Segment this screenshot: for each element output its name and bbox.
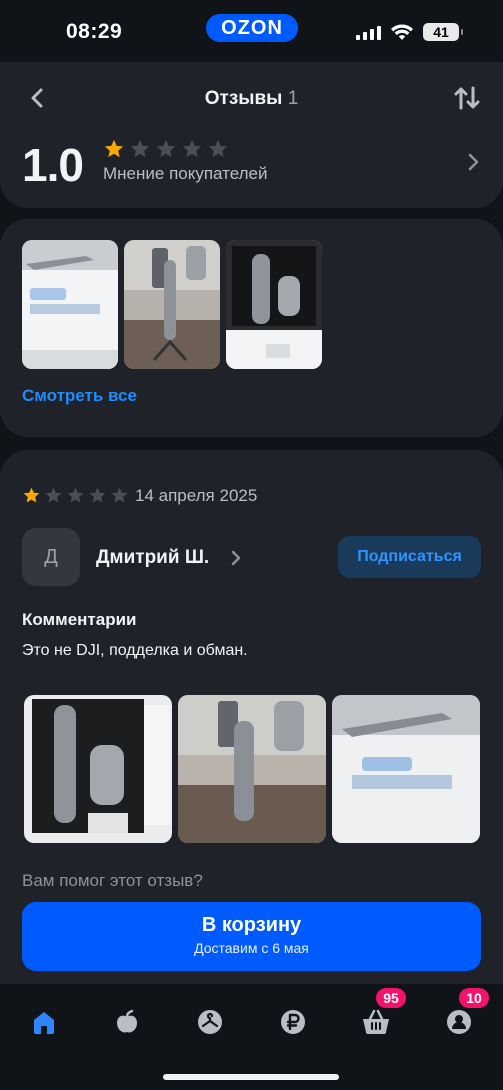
profile-icon (447, 1010, 471, 1034)
average-rating: 1.0 (22, 139, 84, 191)
tab-profile[interactable]: 10 (437, 988, 489, 1044)
star-empty-icon (67, 487, 84, 503)
profile-badge: 10 (459, 988, 489, 1008)
fresh-icon (117, 1009, 137, 1033)
home-icon (34, 1012, 54, 1034)
home-indicator (163, 1074, 339, 1080)
review-stars (22, 486, 129, 505)
chevron-right-icon[interactable] (230, 550, 242, 566)
tab-finance[interactable] (271, 1000, 315, 1044)
comment-label: Комментарии (22, 610, 137, 629)
brand-logo[interactable]: OZON (206, 14, 298, 42)
page-title-text: Отзывы (204, 88, 283, 109)
star-empty-icon (111, 487, 128, 503)
finance-icon (281, 1010, 305, 1034)
star-empty-icon (45, 487, 62, 503)
subscribe-button[interactable]: Подписаться (338, 536, 481, 578)
status-bar: 08:29 OZON 41 (0, 0, 503, 62)
cart-icon (363, 1009, 389, 1034)
review-photo-3[interactable] (332, 695, 480, 843)
review-count: 1 (287, 88, 299, 109)
chevron-right-icon[interactable] (467, 152, 481, 172)
page-title: Отзывы 1 (0, 88, 503, 110)
gallery-photo-1[interactable] (22, 240, 118, 369)
review-photo-1[interactable] (24, 695, 172, 843)
rating-stars (103, 138, 229, 160)
see-all-link[interactable]: Смотреть все (22, 386, 137, 406)
review-photo-2[interactable] (178, 695, 326, 843)
review-photos-gallery: Смотреть все (0, 219, 503, 437)
tab-home[interactable] (22, 1000, 66, 1044)
star-empty-icon (89, 487, 106, 503)
wifi-icon (391, 24, 413, 40)
reviews-header: Отзывы 1 1.0 Мнение покупателей (0, 62, 503, 208)
helpful-question: Вам помог этот отзыв? (22, 871, 203, 890)
cellular-signal-icon (356, 24, 381, 40)
star-filled-icon (23, 487, 40, 503)
cart-button-subtitle: Доставим с 6 мая (194, 940, 309, 956)
author-name[interactable]: Дмитрий Ш. (96, 547, 209, 569)
review-photo-strip (24, 695, 480, 843)
sort-icon[interactable] (453, 84, 481, 112)
cart-button-title: В корзину (201, 914, 302, 936)
status-time: 08:29 (66, 20, 123, 43)
status-icons: 41 (356, 23, 463, 41)
review-date: 14 апреля 2025 (135, 486, 258, 505)
star-empty-icon (208, 139, 228, 158)
catalog-icon (198, 1010, 222, 1034)
tab-fresh[interactable] (105, 1000, 149, 1044)
gallery-photo-2[interactable] (124, 240, 220, 369)
star-empty-icon (130, 139, 150, 158)
add-to-cart-button[interactable]: В корзину Доставим с 6 мая (22, 902, 481, 971)
tab-cart[interactable]: 95 (354, 988, 406, 1044)
cart-badge: 95 (376, 988, 406, 1008)
photo-strip (22, 240, 322, 369)
avatar[interactable]: Д (22, 528, 80, 586)
comment-text: Это не DJI, подделка и обман. (22, 642, 248, 659)
gallery-photo-3[interactable] (226, 240, 322, 369)
tab-catalog[interactable] (188, 1000, 232, 1044)
star-empty-icon (156, 139, 176, 158)
battery-indicator: 41 (423, 23, 463, 41)
star-empty-icon (182, 139, 202, 158)
star-filled-icon (104, 139, 124, 158)
rating-caption: Мнение покупателей (103, 164, 268, 183)
